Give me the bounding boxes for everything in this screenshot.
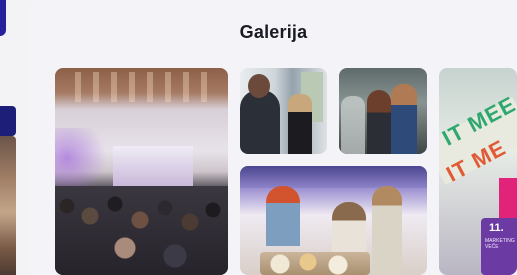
badge-number: 11. [489,222,504,234]
left-sidebar-strip [0,0,18,275]
food-plates [260,252,370,275]
sidebar-block [0,106,16,136]
attendee-head [248,74,270,98]
audience [55,186,228,275]
speaker-figure [288,94,312,154]
attendee-figure [266,186,300,246]
sidebar-photo [0,136,16,275]
gallery-photo-catering[interactable] [240,166,427,275]
ceiling [240,166,427,188]
gallery-photo-lanyard[interactable]: IT MEE IT ME 11. MARKETING VEČE [439,68,517,275]
attendee-figure [391,84,417,154]
gallery-photo-speaker[interactable] [240,68,327,154]
stage [113,146,193,186]
ceiling [75,72,215,102]
gallery-title: Galerija [239,22,308,42]
attendee-figure [372,186,402,275]
gallery-photo-attendees[interactable] [339,68,427,154]
lanyard-strap [499,178,517,222]
attendee-figure [240,90,280,154]
sidebar-accent [0,0,6,36]
stage-lighting [55,128,115,188]
background-figure [341,96,365,154]
badge-text: MARKETING VEČE [485,238,515,250]
attendee-figure [367,90,391,154]
gallery-photo-conference-hall[interactable] [55,68,228,275]
